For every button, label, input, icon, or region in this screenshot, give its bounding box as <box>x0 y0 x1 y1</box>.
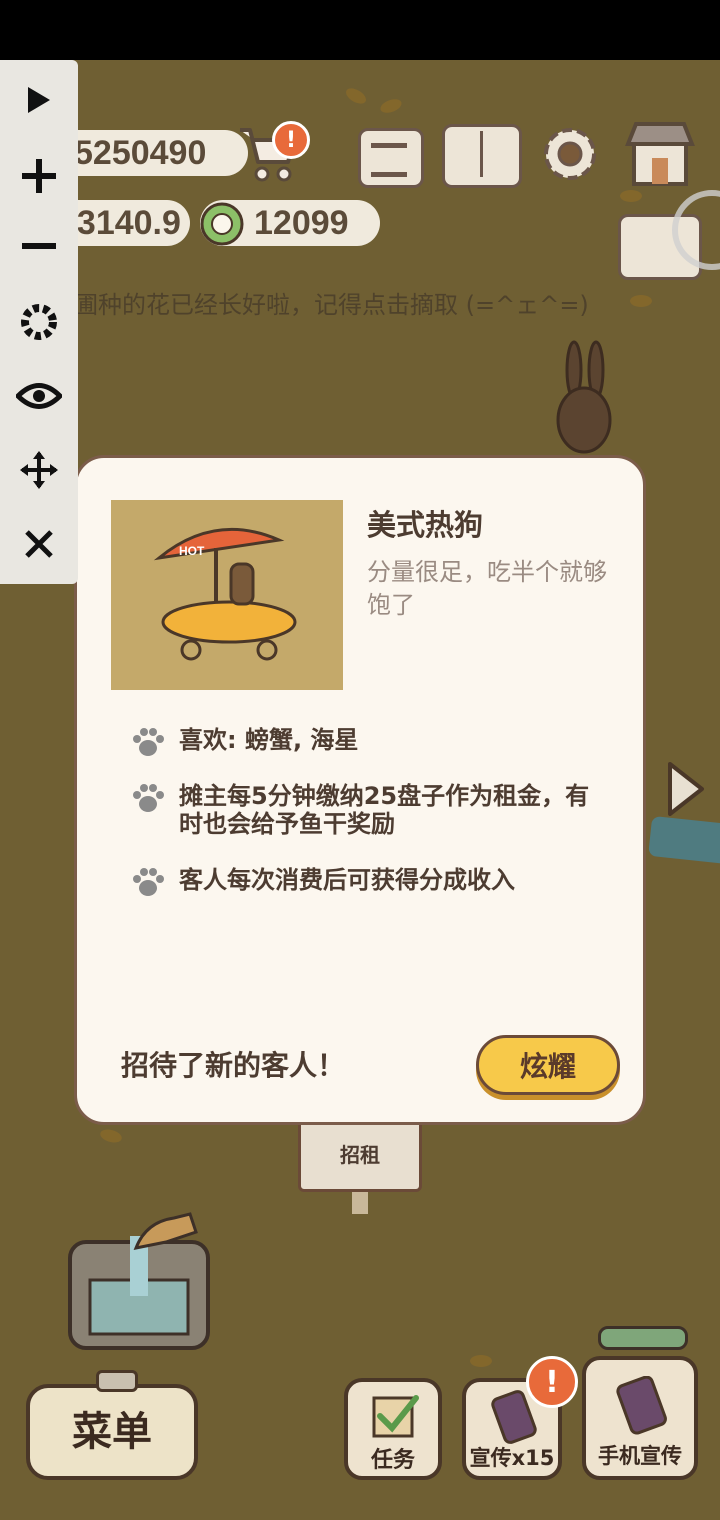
promotion-label: 宣传x15 <box>469 1446 555 1470</box>
item-title: 美式热狗 <box>367 508 484 542</box>
menu-label: 菜单 <box>72 1409 152 1455</box>
tasks-button[interactable]: 任务 <box>344 1378 442 1480</box>
newspaper-icon[interactable] <box>358 128 424 188</box>
floating-toolbar <box>0 60 78 584</box>
rent-sign[interactable]: 招租 <box>298 1118 422 1192</box>
checkmark-icon <box>372 1395 419 1438</box>
phone-promotion-button[interactable]: 手机宣传 <box>582 1356 698 1480</box>
gear-icon[interactable] <box>0 292 78 352</box>
notification-text: 花圃种的花已经长好啦，记得点击摘取 (=^ェ^=) <box>50 291 589 319</box>
cart-alert-badge: ! <box>272 121 310 159</box>
item-description: 分量很足，吃半个就够饱了 <box>367 558 607 619</box>
feature-row: 客人每次消费后可获得分成收入 <box>131 866 609 898</box>
fish-amount: 5250490 <box>74 133 207 172</box>
sign-post <box>352 1192 368 1214</box>
progress-bar <box>598 1326 688 1350</box>
paw-icon <box>133 784 164 812</box>
store-icon[interactable] <box>622 120 698 188</box>
eye-icon[interactable] <box>0 366 78 426</box>
rabbit-character[interactable] <box>550 340 620 455</box>
zoom-in-icon[interactable] <box>0 146 78 206</box>
phone-promotion-label: 手机宣传 <box>598 1444 682 1468</box>
leaf-decoration <box>630 295 652 307</box>
feature-row: 喜欢: 螃蟹, 海星 <box>131 726 609 758</box>
plate-amount: 12099 <box>254 203 349 242</box>
play-icon[interactable] <box>0 70 78 130</box>
feature-text: 客人每次消费后可获得分成收入 <box>179 866 515 894</box>
leaf-decoration <box>470 1355 492 1367</box>
feature-text: 摊主每5分钟缴纳25盘子作为租金，有时也会给予鱼干奖励 <box>179 782 590 838</box>
book-icon[interactable] <box>442 124 522 188</box>
feature-row: 摊主每5分钟缴纳25盘子作为租金，有时也会给予鱼干奖励 <box>131 782 609 838</box>
feature-text: 喜欢: 螃蟹, 海星 <box>179 726 359 754</box>
menu-button[interactable]: 菜单 <box>26 1384 198 1480</box>
show-off-button[interactable]: 炫耀 <box>476 1035 620 1095</box>
leaf-decoration <box>343 85 369 107</box>
status-bar <box>0 0 720 60</box>
rent-sign-label: 招租 <box>340 1143 380 1167</box>
leaf-decoration <box>620 190 642 202</box>
close-icon[interactable] <box>0 514 78 574</box>
hotdog-stand-image: HOT <box>111 500 343 690</box>
leaf-decoration <box>98 1127 124 1145</box>
water-well[interactable] <box>66 1208 212 1358</box>
settings-gear-icon[interactable] <box>538 122 602 186</box>
scroll-right-arrow-icon[interactable] <box>664 760 708 818</box>
plate-icon <box>200 202 244 246</box>
leaf-decoration <box>378 96 404 116</box>
zoom-out-icon[interactable] <box>0 216 78 276</box>
move-icon[interactable] <box>0 440 78 500</box>
phone-icon <box>616 1376 667 1435</box>
paw-icon <box>133 868 164 896</box>
paw-icon <box>133 728 164 756</box>
river-stream <box>648 815 720 865</box>
promotion-alert-badge: ! <box>526 1356 578 1408</box>
guest-message: 招待了新的客人！ <box>121 1049 346 1082</box>
tasks-label: 任务 <box>370 1448 415 1473</box>
clipboard-clip-icon <box>96 1370 138 1392</box>
stand-sign-text: HOT <box>179 544 205 558</box>
item-detail-dialog: HOT 美式热狗 分量很足，吃半个就够饱了 喜欢: 螃蟹, 海星 摊主每5分钟缴… <box>74 455 646 1125</box>
